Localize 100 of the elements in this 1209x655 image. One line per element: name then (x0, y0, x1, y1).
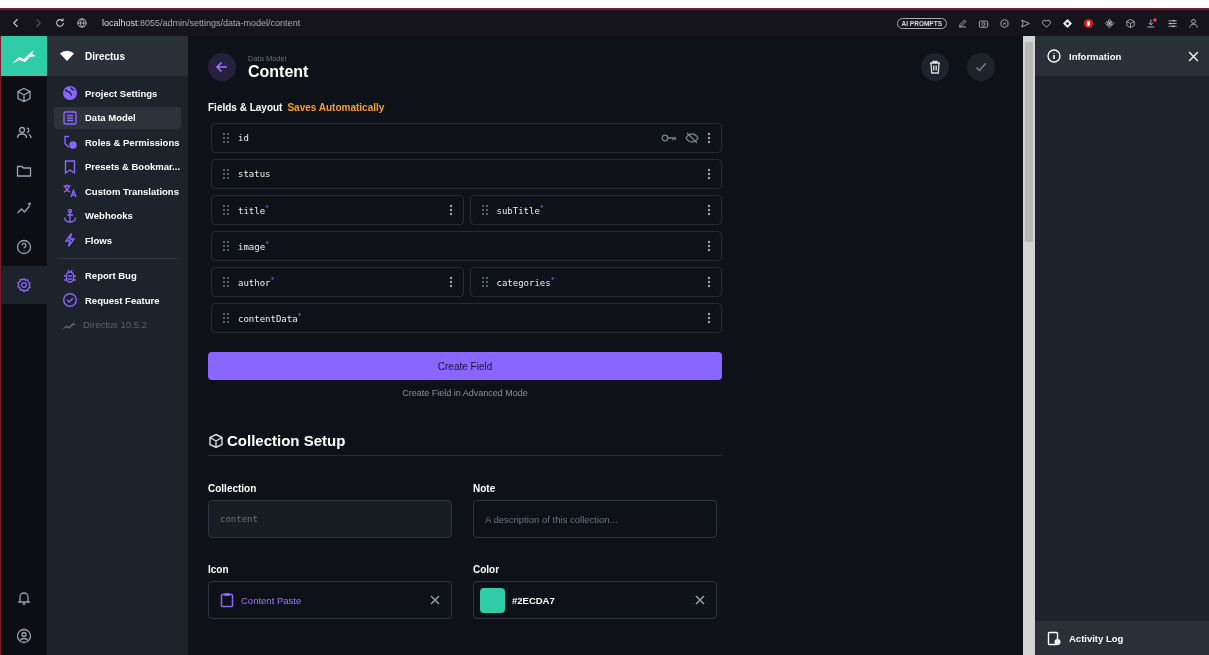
field-label: Color (473, 564, 501, 575)
field-label: Collection (208, 483, 258, 494)
field-row[interactable]: author$^{*}$ (211, 267, 464, 297)
heart-icon[interactable] (1041, 17, 1052, 29)
more-options-icon[interactable] (707, 312, 711, 324)
field-label: Note (473, 483, 497, 494)
user-icon (16, 628, 32, 644)
settings-icon[interactable] (1167, 17, 1178, 29)
clipboard-icon (1047, 630, 1061, 646)
users-icon (16, 125, 32, 141)
color-swatch[interactable] (480, 587, 505, 613)
drag-handle-icon[interactable] (222, 240, 230, 252)
extension-icon[interactable] (1104, 17, 1115, 29)
settings-module-button[interactable] (1, 266, 47, 304)
icon-select[interactable]: Content Paste (208, 581, 452, 619)
drag-handle-icon[interactable] (480, 276, 489, 288)
close-icon[interactable] (1188, 50, 1199, 62)
clear-icon[interactable] (430, 595, 440, 605)
send-icon[interactable] (1020, 17, 1031, 29)
help-icon (16, 239, 32, 255)
wifi-icon (59, 50, 75, 62)
advanced-mode-link[interactable]: Create Field in Advanced Mode (208, 388, 722, 398)
camera-icon[interactable] (978, 17, 989, 29)
cube-icon (208, 432, 224, 449)
clipboard-icon (220, 592, 234, 608)
translate-icon (62, 183, 78, 200)
extension-icon[interactable] (1083, 17, 1094, 29)
nav-item[interactable]: Flows (54, 229, 181, 252)
field-row[interactable]: title$^{*}$ (211, 195, 464, 225)
nav-item[interactable]: Project Settings (54, 82, 181, 105)
field-label: Icon (208, 564, 230, 575)
info-icon (1047, 49, 1061, 63)
back-button[interactable] (208, 53, 236, 81)
cube-icon (16, 87, 32, 103)
section-title: Fields & Layout (208, 102, 283, 113)
field-row[interactable]: status (211, 159, 722, 189)
bug-icon (62, 267, 78, 284)
nav-item[interactable]: Data Model (54, 106, 181, 129)
drag-handle-icon[interactable] (222, 204, 230, 216)
reload-icon[interactable] (54, 17, 66, 29)
color-select[interactable]: #2ECDA7 (473, 581, 717, 619)
more-options-icon[interactable] (707, 204, 711, 216)
field-row[interactable]: subTitle$^{*}$ (469, 195, 722, 225)
field-name: subTitle$^{*}$ (496, 204, 545, 216)
nav-item[interactable]: Roles & Permissions (54, 131, 181, 154)
field-row[interactable]: contentData$^{*}$ (211, 303, 722, 333)
drag-handle-icon[interactable] (222, 168, 230, 180)
profile-icon[interactable] (1188, 17, 1199, 29)
nav-item[interactable]: Request Feature (54, 289, 181, 312)
field-name: contentData$^{*}$ (238, 312, 302, 324)
more-options-icon[interactable] (707, 276, 711, 288)
create-field-button[interactable]: Create Field (208, 352, 722, 380)
more-options-icon[interactable] (707, 168, 711, 180)
field-row[interactable]: id (211, 123, 722, 153)
folder-icon (16, 163, 32, 179)
note-input[interactable]: A description of this collection... (473, 500, 717, 538)
nav-item[interactable]: Custom Translations (54, 180, 181, 203)
drag-handle-icon[interactable] (222, 312, 230, 324)
arrow-left-icon (215, 60, 229, 74)
scrollbar[interactable] (1023, 36, 1035, 655)
clear-icon[interactable] (695, 595, 705, 605)
globe-icon (76, 17, 88, 29)
field-row[interactable]: image$^{*}$ (211, 231, 722, 261)
hidden-eye-icon (685, 131, 699, 145)
anchor-icon (62, 207, 78, 224)
cube-icon[interactable] (1125, 17, 1136, 29)
bell-icon (16, 590, 32, 606)
more-options-icon[interactable] (448, 204, 453, 216)
drag-handle-icon[interactable] (222, 276, 230, 288)
project-name: Directus (85, 50, 125, 62)
trash-icon (928, 60, 942, 74)
version-text: Directus 10.5.2 (83, 319, 147, 330)
globe-icon (62, 85, 78, 102)
field-row[interactable]: categories$^{*}$ (469, 267, 722, 297)
nav-item[interactable]: Webhooks (54, 204, 181, 227)
bookmark-icon (62, 158, 78, 175)
address-bar[interactable]: localhost:8055/admin/settings/data-model/content (102, 18, 301, 28)
nav-item[interactable]: Report Bug (54, 264, 181, 287)
delete-button[interactable] (921, 53, 949, 81)
autosave-status: Saves Automatically (287, 102, 385, 113)
more-options-icon[interactable] (707, 132, 711, 144)
more-options-icon[interactable] (707, 240, 711, 252)
check-icon (62, 292, 78, 309)
download-icon[interactable] (1146, 17, 1157, 29)
field-name: title$^{*}$ (238, 204, 270, 216)
edit-icon[interactable] (957, 17, 968, 29)
more-options-icon[interactable] (448, 276, 453, 288)
nav-item[interactable]: Presets & Bookmar... (54, 155, 181, 178)
sidebar-title[interactable]: Information (1069, 50, 1122, 62)
field-name: categories$^{*}$ (496, 276, 555, 288)
field-name: id (238, 133, 249, 143)
save-button[interactable] (967, 53, 995, 81)
activity-log-button[interactable]: Activity Log (1035, 621, 1209, 655)
drag-handle-icon[interactable] (480, 204, 489, 216)
bolt-icon (62, 232, 78, 249)
extension-icon[interactable] (1062, 17, 1073, 29)
project-header[interactable]: Directus (47, 36, 188, 76)
drag-handle-icon[interactable] (222, 132, 230, 144)
settings-icon (16, 277, 32, 293)
section-heading: Collection Setup (227, 432, 346, 449)
